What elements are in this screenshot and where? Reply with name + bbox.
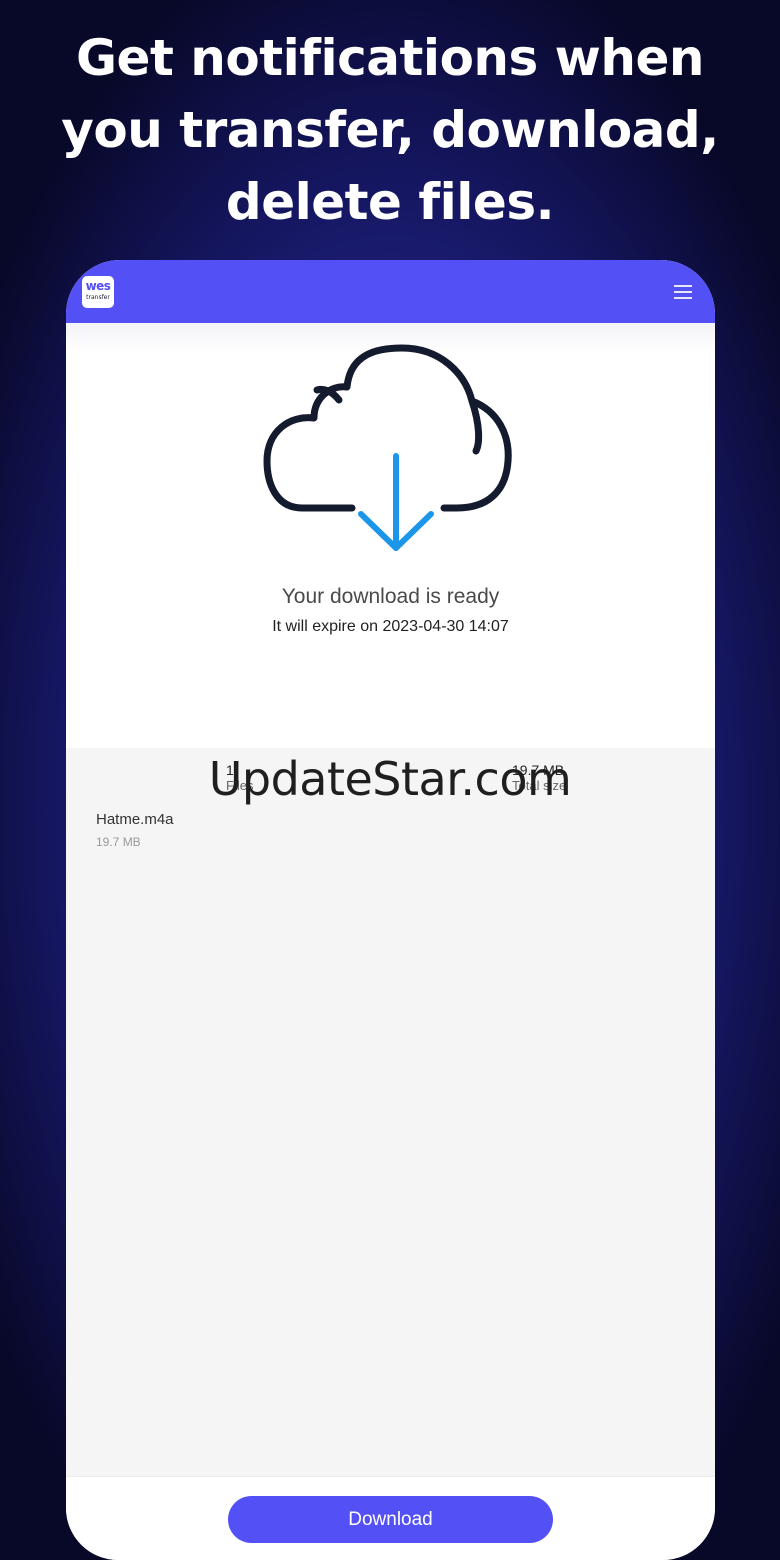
- headline-line-1: Get notifications when: [76, 29, 704, 87]
- app-logo[interactable]: wes transfer: [82, 276, 114, 308]
- download-ready-title: Your download is ready: [281, 585, 500, 608]
- file-list-panel: 1 Files 19.7 MB Total size Hatme.m4a 19.…: [66, 748, 715, 1476]
- headline-line-3: delete files.: [225, 173, 555, 231]
- download-button[interactable]: Download: [228, 1496, 553, 1543]
- files-count: 1: [226, 762, 234, 778]
- total-size-value: 19.7 MB: [512, 762, 565, 778]
- expire-text: It will expire on 2023-04-30 14:07: [272, 618, 509, 635]
- total-size-stat: 19.7 MB Total size: [512, 762, 566, 793]
- files-label: Files: [226, 778, 254, 793]
- file-item-name[interactable]: Hatme.m4a: [96, 811, 174, 828]
- app-bar: wes transfer: [66, 260, 715, 323]
- file-item-size: 19.7 MB: [96, 835, 141, 849]
- phone-screen: wes transfer Your download is ready It w…: [66, 260, 715, 1560]
- promo-headline: Get notifications when you transfer, dow…: [0, 22, 780, 238]
- total-size-label: Total size: [512, 778, 567, 793]
- bottom-action-bar: Download: [66, 1476, 715, 1560]
- headline-line-2: you transfer, download,: [61, 101, 719, 159]
- files-count-stat: 1 Files: [226, 762, 253, 793]
- hamburger-menu-icon[interactable]: [672, 282, 696, 302]
- cloud-download-icon: [263, 344, 512, 551]
- logo-mark: wes: [85, 279, 111, 293]
- logo-subtitle: transfer: [86, 294, 110, 301]
